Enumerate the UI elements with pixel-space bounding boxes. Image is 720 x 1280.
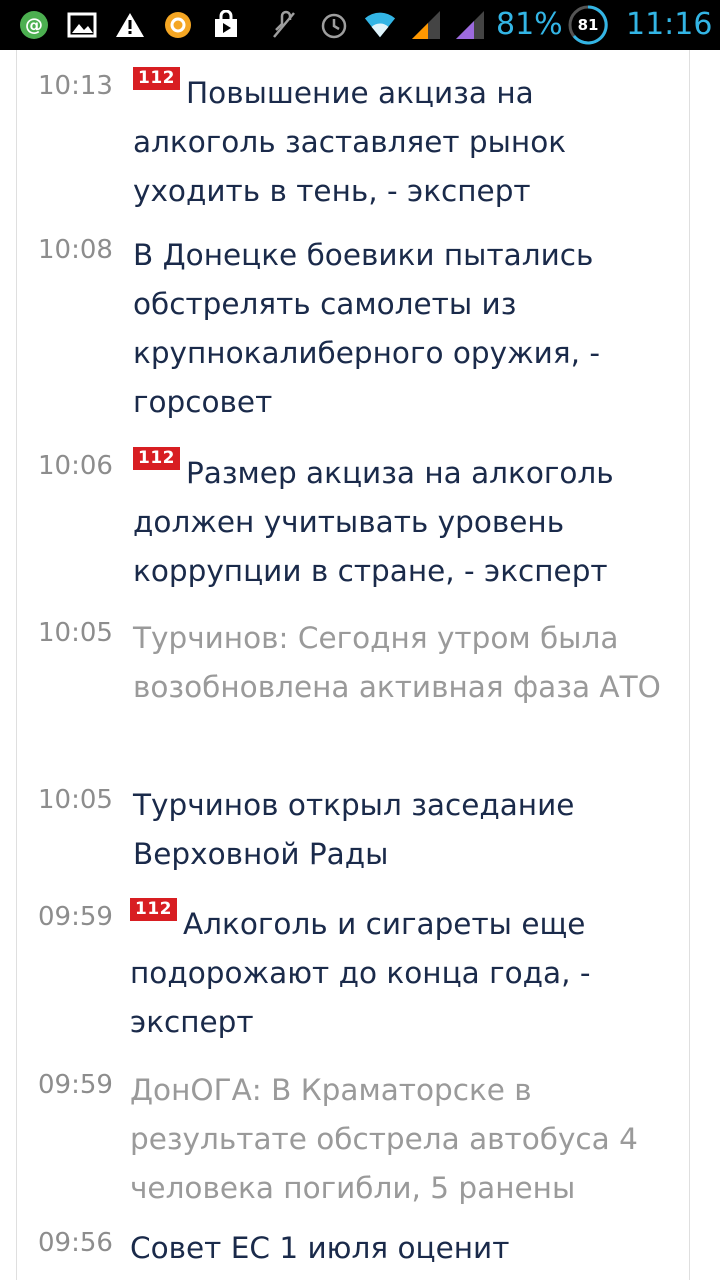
news-title: В Донецке боевики пытались обстрелять са… <box>133 238 601 419</box>
channel-112-badge: 112 <box>133 447 180 470</box>
news-time: 10:13 <box>38 71 113 101</box>
news-item[interactable]: 10:08 В Донецке боевики пытались обстрел… <box>0 231 720 431</box>
news-headline[interactable]: ДонОГА: В Краматорске в результате обстр… <box>130 1066 670 1213</box>
signal-1-icon <box>410 9 442 41</box>
clock: 11:16 <box>626 7 713 42</box>
news-time: 10:06 <box>38 451 113 481</box>
news-item[interactable]: 10:05 Турчинов: Сегодня утром была возоб… <box>0 614 720 764</box>
channel-112-badge: 112 <box>130 898 177 921</box>
signal-2-icon <box>454 9 486 41</box>
news-item[interactable]: 10:06 112 Размер акциза на алкоголь долже… <box>0 447 720 597</box>
shopping-bag-icon <box>210 9 242 41</box>
mute-icon <box>268 9 300 41</box>
battery-circle-label: 81 <box>577 16 599 34</box>
news-item[interactable]: 10:13 112 Повышение акциза на алкоголь за… <box>0 67 720 217</box>
news-time: 10:05 <box>38 618 113 648</box>
news-headline[interactable]: Совет ЕС 1 июля оценит <box>130 1224 670 1273</box>
news-headline[interactable]: Турчинов открыл заседание Верховной Рады <box>133 781 673 879</box>
news-headline[interactable]: 112 Алкоголь и сигареты еще подорожают до… <box>130 898 670 1047</box>
news-title: Совет ЕС 1 июля оценит <box>130 1231 510 1265</box>
status-bar: @ 81% 81 11:16 <box>0 0 720 50</box>
news-title: Повышение акциза на алкоголь заставляет … <box>133 76 567 208</box>
warning-icon <box>114 9 146 41</box>
orange-app-icon <box>162 9 194 41</box>
battery-percent: 81% <box>496 7 563 42</box>
news-item[interactable]: 10:05 Турчинов открыл заседание Верховно… <box>0 781 720 881</box>
news-headline[interactable]: В Донецке боевики пытались обстрелять са… <box>133 231 673 427</box>
news-headline[interactable]: 112 Повышение акциза на алкоголь заставля… <box>133 67 673 216</box>
news-time: 09:56 <box>38 1228 113 1258</box>
news-item[interactable]: 09:59 ДонОГА: В Краматорске в результате… <box>0 1066 720 1216</box>
gallery-icon <box>66 9 98 41</box>
battery-circle-icon: 81 <box>567 4 609 46</box>
news-title: Турчинов открыл заседание Верховной Рады <box>133 788 575 871</box>
news-time: 10:05 <box>38 785 113 815</box>
news-title: Алкоголь и сигареты еще подорожают до ко… <box>130 907 591 1039</box>
svg-text:@: @ <box>25 15 43 36</box>
news-headline[interactable]: 112 Размер акциза на алкоголь должен учит… <box>133 447 673 596</box>
news-headline[interactable]: Турчинов: Сегодня утром была возобновлен… <box>133 614 673 712</box>
alarm-icon <box>318 9 350 41</box>
at-sign-icon: @ <box>18 9 50 41</box>
news-time: 10:08 <box>38 235 113 265</box>
news-time: 09:59 <box>38 902 113 932</box>
wifi-icon <box>364 9 396 41</box>
news-time: 09:59 <box>38 1070 113 1100</box>
news-title: ДонОГА: В Краматорске в результате обстр… <box>130 1073 638 1205</box>
news-title: Турчинов: Сегодня утром была возобновлен… <box>133 621 661 704</box>
news-title: Размер акциза на алкоголь должен учитыва… <box>133 456 614 588</box>
news-item[interactable]: 09:59 112 Алкоголь и сигареты еще подорож… <box>0 898 720 1048</box>
news-feed: 10:13 112 Повышение акциза на алкоголь за… <box>0 50 720 1280</box>
channel-112-badge: 112 <box>133 67 180 90</box>
news-item[interactable]: 09:56 Совет ЕС 1 июля оценит <box>0 1224 720 1280</box>
